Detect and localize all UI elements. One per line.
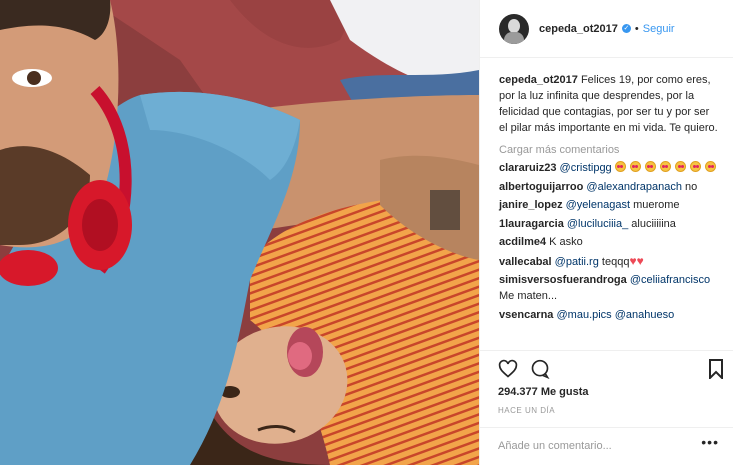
heart-eyes-emoji	[690, 161, 702, 172]
heart-emoji: ♥	[629, 253, 637, 268]
heart-eyes-emoji	[629, 161, 641, 172]
heart-eyes-emoji	[644, 161, 656, 172]
instagram-post: cepeda_ot2017 ✓ • Seguir cepeda_ot2017 F…	[0, 0, 733, 465]
post-photo[interactable]	[0, 0, 479, 465]
heart-eyes-emoji	[659, 161, 671, 172]
action-icons	[498, 359, 723, 379]
avatar[interactable]	[499, 13, 529, 44]
comment-item: 1lauragarcia @luciluciiia_ aluciiiiina	[499, 216, 719, 232]
comment-username[interactable]: 1lauragarcia	[499, 218, 564, 230]
separator-dot: •	[634, 22, 639, 35]
add-comment-bar: Añade un comentario... •••	[479, 427, 733, 467]
comment-username[interactable]: albertoguijarroo	[499, 181, 583, 193]
follow-button[interactable]: Seguir	[643, 23, 675, 35]
comments-list: cepeda_ot2017 Felices 19, por como eres,…	[499, 72, 719, 325]
likes-count[interactable]: 294.377 Me gusta	[498, 386, 589, 398]
caption: cepeda_ot2017 Felices 19, por como eres,…	[499, 72, 719, 136]
post-header: cepeda_ot2017 ✓ • Seguir	[480, 0, 733, 58]
comment-text: aluciiiiina	[631, 217, 676, 230]
heart-eyes-emoji	[705, 161, 717, 172]
comment-mention[interactable]: @cristipgg	[560, 162, 612, 174]
comment-mention[interactable]: @luciluciiia_	[567, 218, 628, 230]
verified-badge-icon: ✓	[621, 24, 631, 33]
more-options-icon[interactable]: •••	[701, 434, 719, 450]
comment-item: clararuiz23 @cristipgg	[499, 160, 719, 176]
comment-text: K asko	[549, 236, 583, 248]
post-timestamp[interactable]: HACE UN DÍA	[498, 406, 555, 415]
post-actions: 294.377 Me gusta HACE UN DÍA Añade un co…	[479, 350, 733, 466]
comment-text: Me maten...	[499, 290, 558, 302]
author-username[interactable]: cepeda_ot2017	[539, 23, 618, 35]
add-comment-input[interactable]: Añade un comentario...	[498, 440, 612, 452]
heart-emoji: ♥	[636, 253, 644, 268]
comment-username[interactable]: acdilme4	[499, 236, 546, 248]
comment-mention[interactable]: @yelenagast	[566, 199, 630, 211]
photo-illustration	[0, 0, 479, 465]
comment-username[interactable]: simisversosfuerandroga	[499, 274, 627, 286]
load-more-comments-button[interactable]: Cargar más comentarios	[499, 142, 719, 158]
comment-mention[interactable]: @celiiafrancisco	[630, 274, 710, 286]
heart-eyes-emoji	[614, 161, 626, 172]
comment-username[interactable]: vallecabal	[499, 256, 552, 268]
bookmark-icon[interactable]	[708, 359, 724, 379]
comment-text: teqqq	[601, 255, 630, 268]
comment-mention[interactable]: @patii.rg	[555, 256, 599, 268]
comment-username[interactable]: janire_lopez	[499, 199, 563, 211]
comment-mention[interactable]: @alexandrapanach	[586, 181, 682, 193]
comment-item: janire_lopez @yelenagast muerome	[499, 197, 719, 213]
comment-text: muerome	[633, 199, 680, 211]
like-heart-icon[interactable]	[498, 359, 518, 379]
comment-username[interactable]: clararuiz23	[499, 162, 556, 174]
comment-bubble-icon[interactable]	[530, 359, 550, 379]
comment-username[interactable]: vsencarna	[499, 309, 553, 321]
comment-item: vsencarna @mau.pics @anahueso	[499, 307, 719, 323]
comment-item: albertoguijarroo @alexandrapanach no	[499, 179, 719, 195]
comment-item: simisversosfuerandroga @celiiafrancisco …	[499, 272, 719, 304]
heart-eyes-emoji-group	[614, 161, 717, 174]
comment-mention[interactable]: @mau.pics @anahueso	[557, 309, 675, 321]
comment-item: vallecabal @patii.rg teqqq♥♥	[499, 253, 719, 270]
comment-item: acdilme4 K asko	[499, 234, 719, 250]
heart-eyes-emoji	[675, 161, 686, 172]
caption-username[interactable]: cepeda_ot2017	[499, 74, 578, 86]
comment-text: no	[685, 180, 698, 193]
